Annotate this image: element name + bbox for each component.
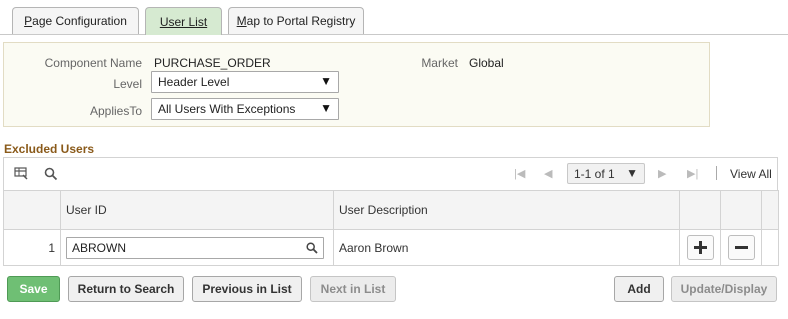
row-pager-select[interactable]: 1-1 of 1 ▼ [567,163,645,184]
tab-user-list[interactable]: User List [145,7,222,35]
component-name-value: PURCHASE_ORDER [154,56,271,70]
tab-bar: Page Configuration User List Map to Port… [0,0,788,35]
toolbar-divider [716,166,717,180]
table-row: 1 ABROWN Aaron Brown [3,229,779,266]
last-page-icon[interactable]: ▶| [687,167,698,180]
tab-map-accesskey: M [236,14,247,28]
tab-map-label: ap to Portal Registry [246,14,356,28]
tab-baseline [0,34,788,35]
add-row-column-header [679,190,721,230]
tab-page-configuration-label: age Configuration [32,14,127,28]
pager-text: 1-1 of 1 [574,166,615,181]
add-button[interactable]: Add [614,276,664,302]
scroll-cell [761,229,779,266]
market-label: Market [421,56,458,70]
next-page-icon[interactable]: ▶ [658,167,666,180]
dropdown-arrow-icon: ▼ [626,166,638,180]
previous-in-list-button[interactable]: Previous in List [192,276,302,302]
tab-map-to-portal-registry[interactable]: Map to Portal Registry [228,7,364,34]
row-number: 1 [3,229,61,266]
applies-to-selected-value: All Users With Exceptions [158,102,296,116]
user-description-column-header: User Description [333,190,680,230]
applies-to-label: AppliesTo [89,104,142,118]
previous-page-icon[interactable]: ◀ [544,167,552,180]
add-row-button[interactable] [686,235,714,260]
return-to-search-button[interactable]: Return to Search [68,276,184,302]
lookup-search-icon[interactable] [306,241,318,257]
level-selected-value: Header Level [158,75,230,89]
user-id-column-header: User ID [60,190,334,230]
user-id-value: ABROWN [72,240,126,255]
component-info-panel: Component Name PURCHASE_ORDER Market Glo… [3,42,710,127]
first-page-icon[interactable]: |◀ [514,167,525,180]
tab-user-list-label: User List [159,14,208,29]
delete-row-button[interactable] [727,235,755,260]
update-display-button[interactable]: Update/Display [671,276,777,302]
dropdown-arrow-icon: ▼ [320,101,332,115]
applies-to-select[interactable]: All Users With Exceptions ▼ [151,98,339,120]
tab-page-configuration[interactable]: Page Configuration [12,7,139,34]
user-id-cell: ABROWN [60,229,334,266]
add-row-cell [679,229,721,266]
plus-icon [693,241,707,254]
personalize-grid-icon[interactable] [14,167,28,183]
level-select[interactable]: Header Level ▼ [151,71,339,93]
row-number-header [3,190,61,230]
level-label: Level [113,77,142,91]
grid-toolbar: |◀ ◀ 1-1 of 1 ▼ ▶ ▶| View All [3,157,778,190]
excluded-users-title: Excluded Users [4,142,95,156]
excluded-users-grid: User ID User Description 1 ABROWN Aaron … [3,190,779,266]
next-in-list-button[interactable]: Next in List [310,276,396,302]
minus-icon [734,246,748,249]
delete-row-column-header [720,190,762,230]
delete-row-cell [720,229,762,266]
user-description-cell: Aaron Brown [333,229,680,266]
user-id-input[interactable]: ABROWN [66,236,324,259]
view-all-link[interactable]: View All [730,167,772,181]
grid-header-row: User ID User Description [3,190,779,230]
dropdown-arrow-icon: ▼ [320,74,332,88]
component-name-label: Component Name [44,56,142,70]
market-value: Global [469,56,504,70]
save-button[interactable]: Save [7,276,60,302]
tab-page-configuration-accesskey: P [24,14,33,28]
scroll-column-header [761,190,779,230]
find-in-grid-icon[interactable] [44,167,58,184]
